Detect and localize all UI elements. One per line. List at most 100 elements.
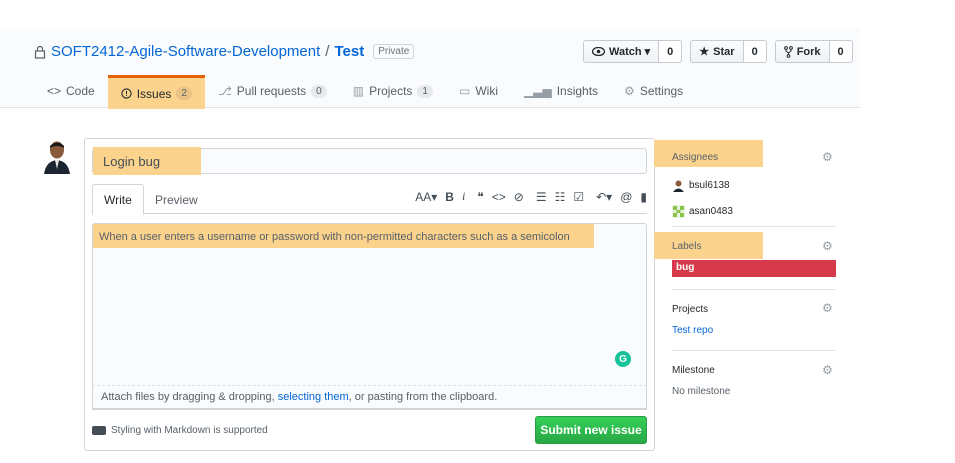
- assignees-heading[interactable]: Assignees: [672, 152, 718, 163]
- lock-icon: [34, 45, 46, 59]
- labels-gear-icon[interactable]: ⚙: [822, 240, 834, 252]
- assignee-identicon: [672, 205, 685, 218]
- submit-new-issue-button[interactable]: Submit new issue: [535, 416, 647, 444]
- pull-request-icon: ⎇: [217, 84, 232, 98]
- sidebar-divider: [672, 289, 836, 290]
- tab-pull-requests-count: 0: [311, 84, 327, 98]
- watch-count[interactable]: 0: [659, 40, 683, 63]
- milestone-section: Milestone ⚙ No milestone: [672, 360, 836, 405]
- attach-files-bar[interactable]: Attach files by dragging & dropping, sel…: [92, 385, 647, 409]
- tab-pull-requests-label: Pull requests: [236, 84, 307, 98]
- tab-insights-label: Insights: [556, 84, 599, 98]
- issue-body-value: When a user enters a username or passwor…: [99, 231, 570, 243]
- labels-section: Labels ⚙ bug: [654, 232, 836, 278]
- repo-owner-link[interactable]: SOFT2412-Agile-Software-Development: [51, 43, 320, 60]
- editor-tabnav: Write Preview AA▾ B i ❝ <> ⊘ ☰ ☷ ☑ ↶▾ @ …: [92, 184, 647, 215]
- fork-button[interactable]: Fork: [774, 40, 830, 63]
- issue-title-input[interactable]: Login bug: [92, 147, 647, 175]
- tab-settings-label: Settings: [639, 84, 684, 98]
- tab-issues-label: Issues: [136, 86, 172, 101]
- star-button[interactable]: ★ Star: [690, 40, 744, 63]
- tab-insights[interactable]: ▁▃▅ Insights: [511, 74, 611, 108]
- write-tab[interactable]: Write: [92, 184, 144, 215]
- tab-projects-count: 1: [417, 84, 433, 98]
- author-avatar[interactable]: [42, 139, 72, 174]
- reply-icon[interactable]: ↶▾: [596, 189, 612, 204]
- issue-body-textarea[interactable]: When a user enters a username or passwor…: [92, 223, 647, 410]
- header-text-icon[interactable]: AA▾: [415, 189, 437, 204]
- tab-projects-label: Projects: [369, 84, 413, 98]
- eye-icon: [592, 47, 605, 56]
- assignees-gear-icon[interactable]: ⚙: [822, 151, 834, 163]
- quote-icon[interactable]: ❝: [477, 189, 483, 204]
- grammarly-icon[interactable]: G: [615, 351, 631, 367]
- graph-icon: ▁▃▅: [524, 84, 552, 98]
- italic-icon[interactable]: i: [462, 189, 465, 204]
- watch-label: Watch ▾: [609, 46, 651, 58]
- mention-icon[interactable]: @: [620, 189, 632, 204]
- private-badge: Private: [373, 44, 415, 59]
- star-count[interactable]: 0: [743, 40, 767, 63]
- watch-button[interactable]: Watch ▾: [583, 40, 660, 63]
- fork-icon: [783, 45, 793, 58]
- tab-issues[interactable]: Issues 2: [107, 75, 205, 109]
- ordered-list-icon[interactable]: ☷: [555, 189, 566, 204]
- markdown-icon: [92, 426, 106, 435]
- tab-issues-count: 2: [176, 87, 192, 100]
- star-group: ★ Star 0: [690, 40, 767, 63]
- projects-gear-icon[interactable]: ⚙: [822, 302, 834, 314]
- github-new-issue-page: SOFT2412-Agile-Software-Development / Te…: [0, 0, 955, 463]
- attach-text-after: , or pasting from the clipboard.: [348, 391, 498, 403]
- star-icon: ★: [699, 46, 710, 58]
- assignee-item[interactable]: asan0483: [672, 205, 733, 218]
- bug-label[interactable]: bug: [672, 260, 836, 277]
- tab-settings[interactable]: ⚙ Settings: [611, 74, 696, 108]
- link-icon[interactable]: ⊘: [514, 189, 524, 204]
- form-footer: Styling with Markdown is supported Submi…: [92, 416, 647, 446]
- preview-tab[interactable]: Preview: [144, 184, 209, 215]
- task-list-icon[interactable]: ☑: [573, 189, 584, 204]
- repo-actions: Watch ▾ 0 ★ Star 0 Fork 0: [583, 40, 853, 63]
- labels-highlight: [654, 232, 763, 259]
- assignees-section: Assignees ⚙ bsul6138 asan0483: [654, 140, 836, 218]
- fork-count[interactable]: 0: [829, 40, 853, 63]
- project-icon: ▥: [352, 84, 365, 98]
- bookmark-icon[interactable]: ▮: [640, 189, 647, 204]
- code-icon[interactable]: <>: [492, 189, 506, 204]
- milestone-value: No milestone: [672, 386, 731, 397]
- tab-projects[interactable]: ▥ Projects 1: [340, 74, 446, 108]
- projects-section: Projects ⚙ Test repo: [672, 298, 836, 343]
- repo-name-link[interactable]: Test: [334, 43, 364, 60]
- new-issue-form: Login bug Write Preview AA▾ B i ❝ <> ⊘ ☰…: [84, 138, 655, 451]
- fork-group: Fork 0: [774, 40, 853, 63]
- markdown-note-text: Styling with Markdown is supported: [111, 425, 268, 436]
- markdown-toolbar: AA▾ B i ❝ <> ⊘ ☰ ☷ ☑ ↶▾ @ ▮: [415, 189, 647, 204]
- assignee-name: bsul6138: [689, 180, 730, 191]
- tab-code-label: Code: [66, 84, 95, 98]
- repo-nav: <> Code Issues 2 ⎇ Pull requests 0 ▥ Pro…: [34, 74, 696, 109]
- labels-heading[interactable]: Labels: [672, 241, 701, 252]
- milestone-gear-icon[interactable]: ⚙: [822, 364, 834, 376]
- bold-icon[interactable]: B: [445, 189, 454, 204]
- milestone-heading[interactable]: Milestone: [672, 365, 715, 376]
- tab-pull-requests[interactable]: ⎇ Pull requests 0: [205, 74, 340, 108]
- star-label: Star: [713, 45, 735, 58]
- fork-label: Fork: [796, 45, 821, 58]
- select-files-link[interactable]: selecting them: [278, 391, 349, 403]
- project-link[interactable]: Test repo: [672, 325, 713, 336]
- attach-text-before: Attach files by dragging & dropping,: [101, 391, 278, 403]
- sidebar-divider: [672, 226, 836, 227]
- assignee-item[interactable]: bsul6138: [672, 179, 730, 192]
- watch-group: Watch ▾ 0: [583, 40, 683, 63]
- tab-wiki[interactable]: ▭ Wiki: [446, 74, 511, 108]
- tab-code[interactable]: <> Code: [34, 74, 108, 108]
- assignee-name: asan0483: [689, 206, 733, 217]
- unordered-list-icon[interactable]: ☰: [536, 189, 547, 204]
- markdown-note[interactable]: Styling with Markdown is supported: [92, 425, 268, 436]
- issue-title-value: Login bug: [103, 154, 161, 169]
- repo-separator: /: [325, 43, 330, 60]
- sidebar-divider: [672, 350, 836, 351]
- code-icon: <>: [47, 84, 62, 98]
- projects-heading[interactable]: Projects: [672, 304, 708, 315]
- gear-icon: ⚙: [624, 84, 635, 98]
